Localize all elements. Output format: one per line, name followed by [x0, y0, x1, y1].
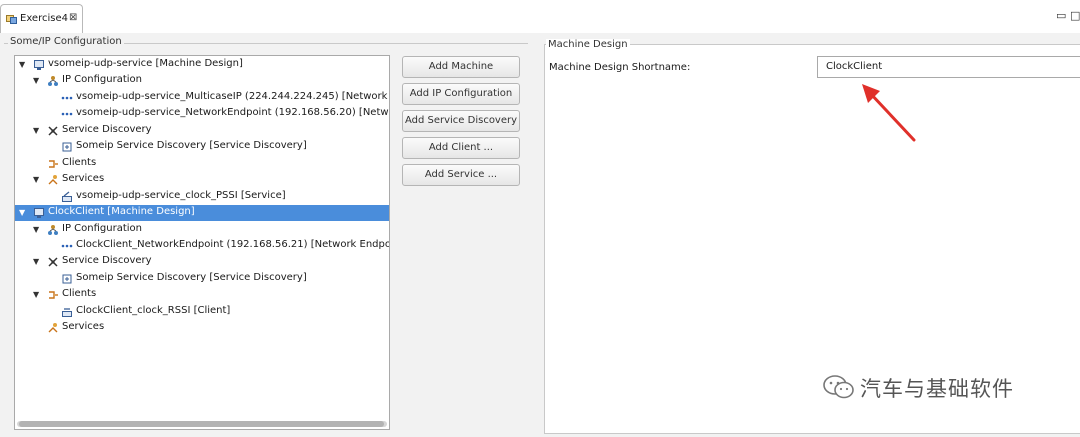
- editor-content: Some/IP Configuration Services ClockClien…: [0, 33, 1080, 437]
- tree-item-label: vsomeip-udp-service_MulticaseIP (224.244…: [76, 90, 389, 102]
- wechat-icon: [823, 375, 854, 399]
- right-group-title: Machine Design: [546, 39, 630, 50]
- tree-item-label: Someip Service Discovery [Service Discov…: [76, 271, 307, 283]
- tree-item-label: Someip Service Discovery [Service Discov…: [76, 140, 307, 152]
- add-ip-configuration-button[interactable]: Add IP Configuration: [402, 83, 520, 105]
- tree-item-label: Clients: [62, 156, 97, 168]
- network-endpoint-icon: [61, 108, 73, 120]
- tree-item-label: ClockClient_NetworkEndpoint (192.168.56.…: [76, 238, 390, 250]
- ip-config-icon: [47, 224, 59, 236]
- expand-toggle-icon[interactable]: ▼: [33, 175, 39, 184]
- tree-item-label: ClockClient_clock_RSSI [Client]: [76, 304, 231, 316]
- tree-item[interactable]: Someip Service Discovery [Service Discov…: [15, 139, 389, 155]
- tree-item[interactable]: Services: [15, 320, 389, 336]
- tab-label: Exercise4: [20, 13, 68, 24]
- service-instance-icon: [61, 191, 73, 203]
- add-service-discovery-button[interactable]: Add Service Discovery: [402, 110, 520, 132]
- service-discovery-icon: [47, 256, 59, 268]
- expand-toggle-icon[interactable]: ▼: [33, 225, 39, 234]
- tree-item[interactable]: ClockClient_NetworkEndpoint (192.168.56.…: [15, 238, 389, 254]
- tree-item-label: Services: [62, 173, 105, 185]
- tree-item[interactable]: Clients: [15, 156, 389, 172]
- tree-item[interactable]: vsomeip-udp-service_MulticaseIP (224.244…: [15, 90, 389, 106]
- tree-item-label: Service Discovery: [62, 255, 152, 267]
- ip-config-icon: [47, 75, 59, 87]
- tree-horizontal-scrollbar[interactable]: [17, 421, 387, 427]
- configuration-tree[interactable]: Services ClockClient_clock_RSSI [Client] ▼…: [14, 55, 390, 430]
- expand-toggle-icon[interactable]: ▼: [33, 257, 39, 266]
- tree-item[interactable]: ▼ IP Configuration: [15, 73, 389, 89]
- machine-icon: [33, 207, 45, 219]
- clients-icon: [47, 158, 59, 170]
- annotation-arrow-icon: [862, 84, 916, 142]
- services-icon: [47, 174, 59, 186]
- tree-item[interactable]: ▼ Clients: [15, 287, 389, 303]
- tree-item-label: Clients: [62, 288, 97, 300]
- tree-item[interactable]: ▼ Service Discovery: [15, 254, 389, 270]
- service-discovery-icon: [47, 125, 59, 137]
- tree-item-label: vsomeip-udp-service_clock_PSSI [Service]: [76, 189, 286, 201]
- editor-icon: [6, 15, 17, 24]
- tree-item[interactable]: ▼ vsomeip-udp-service [Machine Design]: [15, 57, 389, 73]
- tree-item[interactable]: ClockClient_clock_RSSI [Client]: [15, 304, 389, 320]
- tab-close-icon[interactable]: ⊠: [69, 12, 77, 23]
- tree-item[interactable]: Someip Service Discovery [Service Discov…: [15, 271, 389, 287]
- tree-item[interactable]: ▼ ClockClient [Machine Design]: [15, 205, 389, 222]
- network-endpoint-icon: [61, 92, 73, 104]
- tree-item-label: vsomeip-udp-service_NetworkEndpoint (192…: [76, 107, 389, 119]
- minimize-icon[interactable]: ▭: [1056, 9, 1066, 22]
- add-service-button[interactable]: Add Service ...: [402, 164, 520, 186]
- watermark-text: 汽车与基础软件: [860, 377, 1014, 401]
- someip-sd-icon: [61, 141, 73, 153]
- tree-item-label: Services: [62, 321, 105, 333]
- add-machine-button[interactable]: Add Machine: [402, 56, 520, 78]
- tree-item-label: IP Configuration: [62, 74, 142, 86]
- tree-item[interactable]: ▼ Services: [15, 172, 389, 188]
- client-instance-icon: [61, 306, 73, 318]
- someip-sd-icon: [61, 273, 73, 285]
- tree-item[interactable]: vsomeip-udp-service_NetworkEndpoint (192…: [15, 106, 389, 122]
- shortname-label: Machine Design Shortname:: [549, 62, 691, 73]
- expand-toggle-icon[interactable]: ▼: [33, 76, 39, 85]
- network-endpoint-icon: [61, 240, 73, 252]
- machine-icon: [33, 59, 45, 71]
- tree-item-label: vsomeip-udp-service [Machine Design]: [48, 58, 243, 69]
- expand-toggle-icon[interactable]: ▼: [33, 126, 39, 135]
- tab-exercise4[interactable]: Exercise4 ⊠: [0, 4, 83, 33]
- add-client-button[interactable]: Add Client ...: [402, 137, 520, 159]
- tree-item-label: ClockClient [Machine Design]: [48, 206, 195, 218]
- left-group-title: Some/IP Configuration: [8, 36, 124, 47]
- scrollbar-thumb[interactable]: [19, 421, 384, 427]
- editor-tab-bar: Exercise4 ⊠ ▭ □: [0, 0, 1080, 34]
- tree-item[interactable]: vsomeip-udp-service_clock_PSSI [Service]: [15, 189, 389, 205]
- expand-toggle-icon[interactable]: ▼: [33, 290, 39, 299]
- expand-toggle-icon[interactable]: ▼: [19, 60, 25, 69]
- shortname-input[interactable]: ClockClient: [817, 56, 1080, 78]
- tree-item[interactable]: ▼ Service Discovery: [15, 123, 389, 139]
- tree-item-label: Service Discovery: [62, 123, 152, 135]
- expand-toggle-icon[interactable]: ▼: [19, 208, 25, 217]
- tree-item[interactable]: ▼ IP Configuration: [15, 222, 389, 238]
- clients-icon: [47, 289, 59, 301]
- services-icon: [47, 322, 59, 334]
- tree-item-label: IP Configuration: [62, 222, 142, 234]
- maximize-icon[interactable]: □: [1070, 9, 1080, 22]
